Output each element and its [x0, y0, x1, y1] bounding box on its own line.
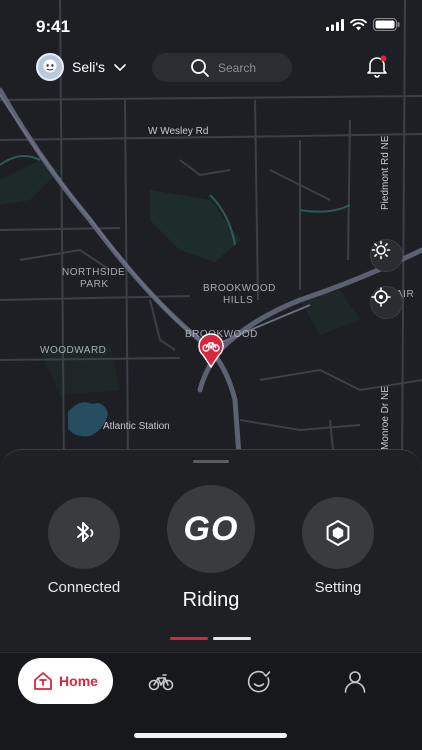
- ride-sheet: Connected GO Riding Setting: [0, 449, 422, 652]
- avatar: [36, 53, 64, 81]
- map-label-piedmont: Piedmont Rd NE: [380, 135, 391, 210]
- go-riding-button[interactable]: GO Riding: [163, 485, 259, 612]
- status-icons: [326, 18, 400, 31]
- home-icon: [34, 672, 52, 690]
- go-label: GO: [183, 509, 239, 548]
- search-icon: [191, 59, 209, 77]
- map-label-northside: NORTHSIDE: [62, 267, 126, 278]
- crosshair-icon: [371, 287, 391, 307]
- search-placeholder: Search: [218, 60, 257, 75]
- sheet-grabber[interactable]: [193, 460, 229, 463]
- bluetooth-circle: [48, 497, 120, 569]
- sun-icon: [371, 240, 391, 260]
- battery-icon: [373, 18, 400, 31]
- bluetooth-icon: [77, 522, 94, 542]
- map-label-woodward: WOODWARD: [40, 345, 107, 356]
- map-label-atlantic: Atlantic Station: [103, 421, 170, 432]
- map-label-monroe: Monroe Dr NE: [380, 386, 391, 450]
- setting-button[interactable]: Setting: [290, 497, 386, 596]
- home-indicator: [134, 733, 287, 738]
- person-icon: [344, 671, 366, 693]
- map-label-wesley: W Wesley Rd: [148, 126, 209, 137]
- go-circle: GO: [167, 485, 255, 573]
- user-name: Seli's: [72, 59, 106, 75]
- smile-check-icon: [247, 670, 271, 693]
- notification-dot: [380, 55, 387, 62]
- map-label-brookwood-hills-2: HILLS: [223, 295, 254, 306]
- tab-bike[interactable]: [148, 669, 174, 695]
- setting-circle: [302, 497, 374, 569]
- connected-label: Connected: [47, 579, 121, 596]
- user-switcher[interactable]: Seli's: [36, 53, 127, 81]
- chevron-down-icon: [114, 64, 126, 71]
- map-label-brookwood-hills-1: BROOKWOOD: [203, 283, 276, 294]
- riding-label: Riding: [182, 589, 240, 611]
- tab-home-label: Home: [59, 673, 98, 689]
- notifications-button[interactable]: [366, 54, 388, 78]
- brightness-button[interactable]: [370, 239, 403, 272]
- tab-profile[interactable]: [342, 669, 368, 695]
- connected-button[interactable]: Connected: [36, 497, 132, 596]
- setting-label: Setting: [314, 579, 362, 596]
- search-input[interactable]: Search: [152, 53, 292, 82]
- page-indicator[interactable]: [213, 637, 251, 640]
- locate-button[interactable]: [370, 286, 403, 319]
- bike-location-pin[interactable]: [197, 332, 225, 368]
- map-label-park: PARK: [80, 279, 109, 290]
- bell-icon: [367, 55, 387, 78]
- signal-icon: [326, 18, 344, 31]
- bike-icon: [148, 674, 174, 691]
- avatar-image: [38, 55, 62, 79]
- status-bar: 9:41: [0, 0, 422, 52]
- page-indicator-active[interactable]: [170, 637, 208, 640]
- tab-activity[interactable]: [246, 669, 272, 695]
- hexagon-settings-icon: [326, 520, 350, 546]
- wifi-icon: [350, 18, 367, 30]
- status-time: 9:41: [36, 17, 71, 36]
- tab-home[interactable]: Home: [18, 658, 113, 704]
